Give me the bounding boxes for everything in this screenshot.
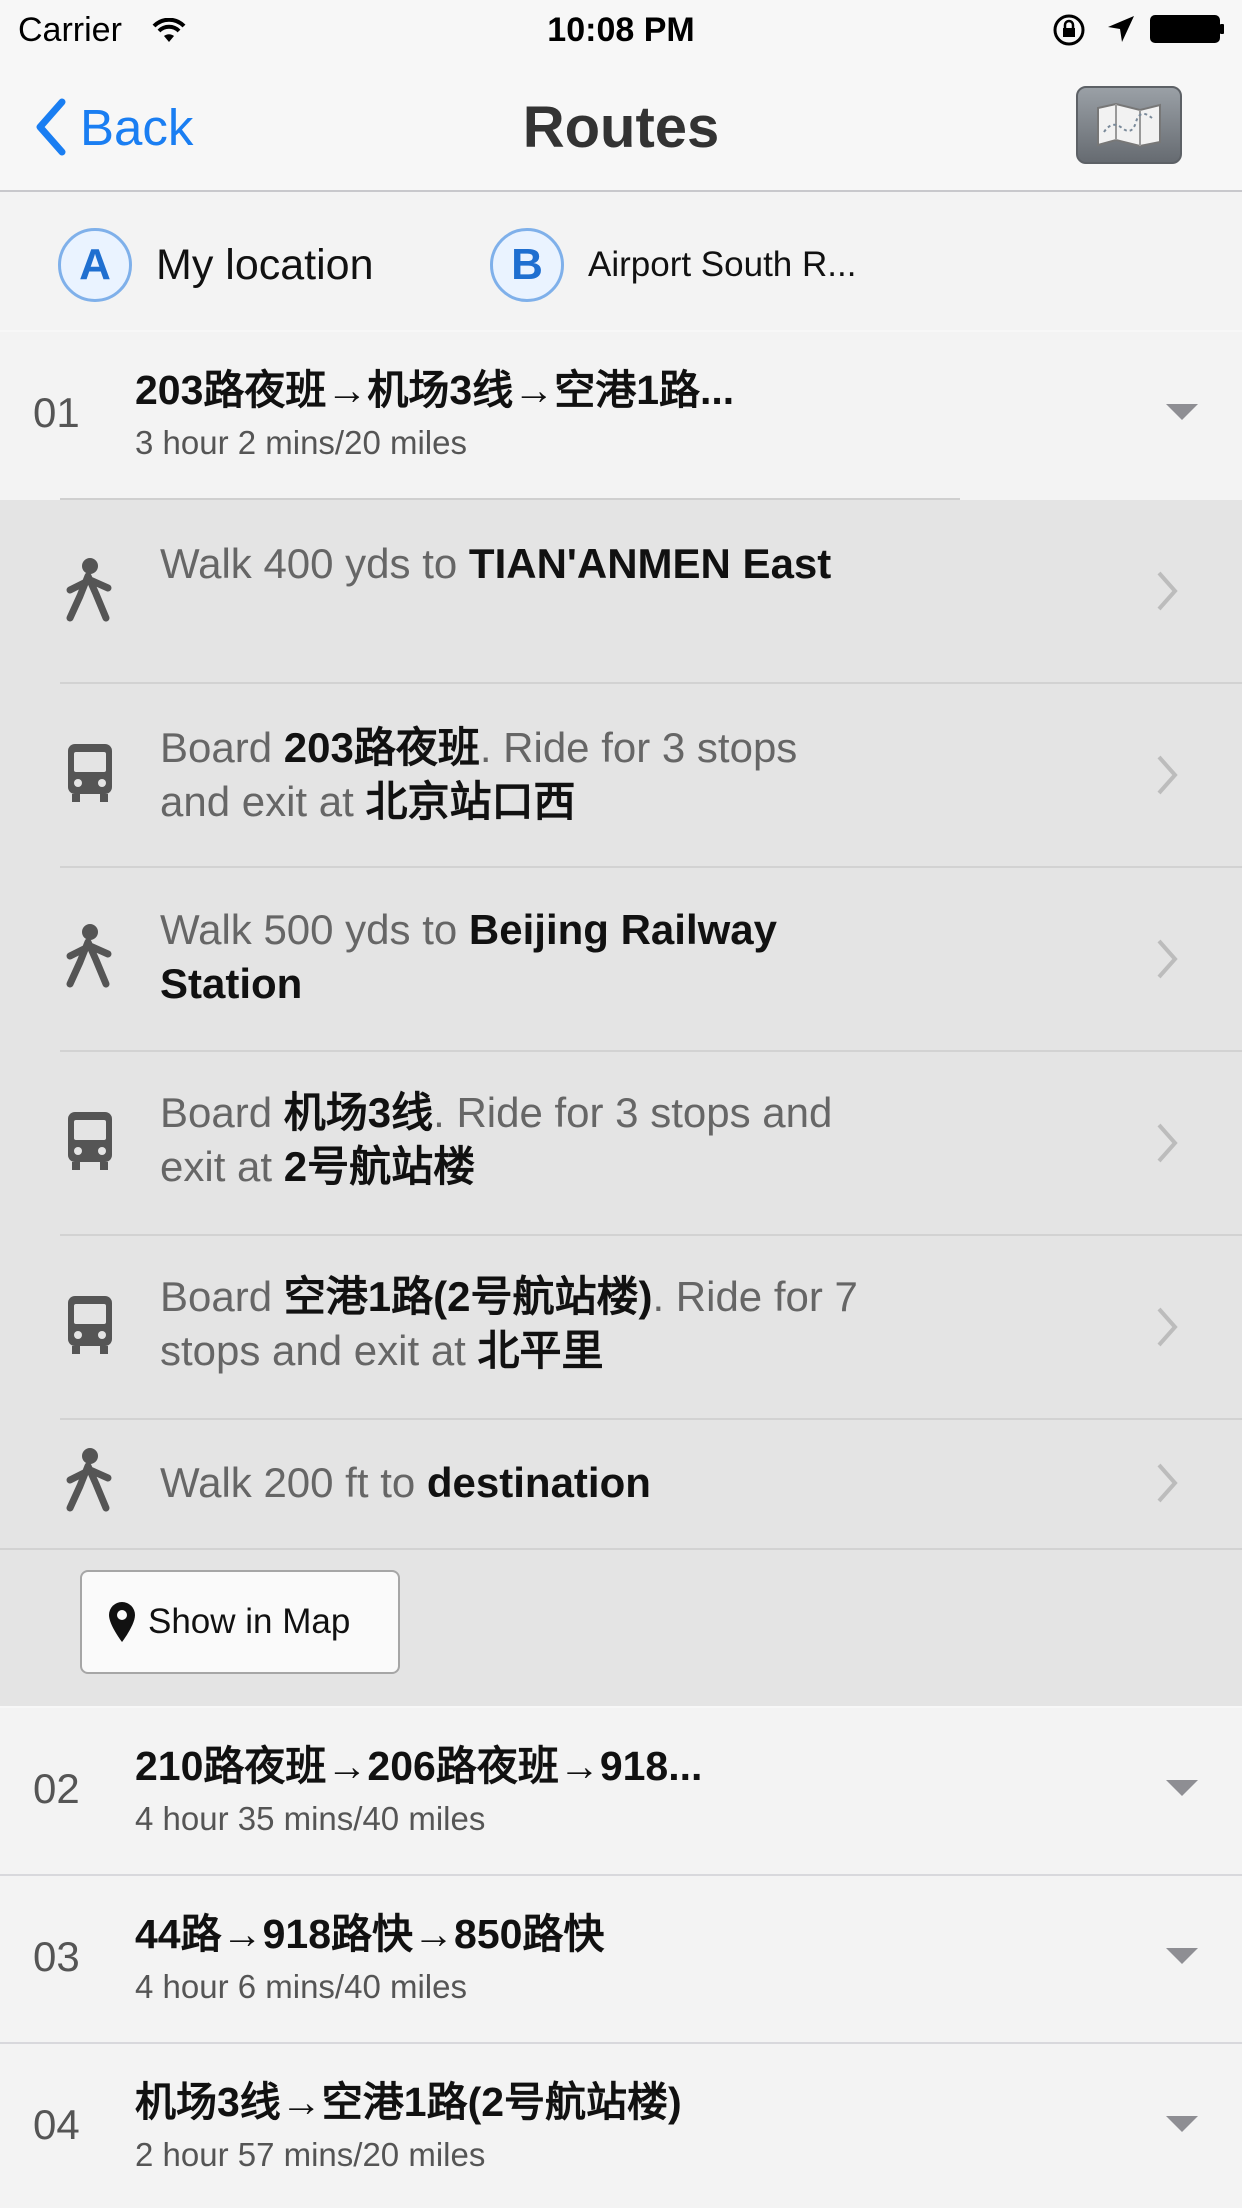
route-row-04[interactable]: 04 机场3线→空港1路(2号航站楼) 2 hour 57 mins/20 mi… xyxy=(0,2044,1242,2208)
chevron-right-icon xyxy=(1156,1306,1178,1353)
end-badge-icon: B xyxy=(490,228,564,302)
step-text: Walk 500 yds to Beijing Railway Station xyxy=(160,903,860,1011)
route-summary: 2 hour 57 mins/20 miles xyxy=(135,2136,486,2173)
start-location-label: My location xyxy=(156,240,374,289)
step-row[interactable]: Board 机场3线. Ride for 3 stops and exit at… xyxy=(0,1052,1242,1234)
route-row-01[interactable]: 01 203路夜班→机场3线→空港1路... 3 hour 2 mins/20 … xyxy=(0,332,1242,500)
route-row-03[interactable]: 03 44路→918路快→850路快 4 hour 6 mins/40 mile… xyxy=(0,1876,1242,2044)
end-location-label: Airport South R... xyxy=(588,245,857,284)
step-row[interactable]: Walk 400 yds to TIAN'ANMEN East xyxy=(0,500,1242,682)
step-text-part: Board xyxy=(160,1273,284,1320)
route-number: 04 xyxy=(33,2101,80,2148)
page-title: Routes xyxy=(522,95,720,160)
start-location[interactable]: A My location xyxy=(58,228,373,302)
step-row[interactable]: Walk 200 ft to destination xyxy=(0,1420,1242,1548)
step-exit-stop: 2号航站楼 xyxy=(283,1143,476,1190)
show-in-map-button[interactable]: Show in Map xyxy=(80,1570,400,1674)
route-number: 03 xyxy=(33,1933,80,1980)
map-view-button[interactable] xyxy=(1076,86,1182,164)
step-row[interactable]: Board 203路夜班. Ride for 3 stops and exit … xyxy=(0,684,1242,866)
chevron-right-icon xyxy=(1156,938,1178,985)
step-text: Board 203路夜班. Ride for 3 stops and exit … xyxy=(160,721,860,829)
route-summary: 3 hour 2 mins/20 miles xyxy=(135,424,467,461)
route-row-02[interactable]: 02 210路夜班→206路夜班→918... 4 hour 35 mins/4… xyxy=(0,1708,1242,1876)
step-row[interactable]: Walk 500 yds to Beijing Railway Station xyxy=(0,868,1242,1050)
caret-down-icon[interactable] xyxy=(1166,1948,1198,1964)
chevron-right-icon xyxy=(1156,1462,1178,1509)
show-in-map-label: Show in Map xyxy=(148,1602,351,1641)
status-bar: Carrier 10:08 PM xyxy=(0,0,1242,62)
step-line-name: 机场3线 xyxy=(283,1089,434,1136)
step-text-part: Board xyxy=(160,1089,284,1136)
step-exit-stop: 北京站口西 xyxy=(365,778,576,825)
bus-icon xyxy=(60,1290,120,1360)
caret-down-icon[interactable] xyxy=(1166,1780,1198,1796)
step-destination: TIAN'ANMEN East xyxy=(468,540,832,587)
location-arrow-icon xyxy=(1106,14,1136,53)
step-line-name: 空港1路(2号航站楼) xyxy=(283,1273,653,1320)
route-title: 203路夜班→机场3线→空港1路... xyxy=(135,367,735,413)
walk-icon xyxy=(60,1446,120,1516)
chevron-right-icon xyxy=(1156,754,1178,801)
step-text-part: Walk 200 ft to xyxy=(160,1459,427,1506)
chevron-right-icon xyxy=(1156,570,1178,617)
step-line-name: 203路夜班 xyxy=(283,724,480,771)
step-text: Walk 200 ft to destination xyxy=(160,1456,860,1510)
route-summary: 4 hour 35 mins/40 miles xyxy=(135,1800,486,1837)
step-row[interactable]: Board 空港1路(2号航站楼). Ride for 7 stops and … xyxy=(0,1236,1242,1418)
route-title: 210路夜班→206路夜班→918... xyxy=(135,1743,703,1789)
route-number: 01 xyxy=(33,389,80,436)
route-title: 机场3线→空港1路(2号航站楼) xyxy=(135,2079,682,2125)
bus-icon xyxy=(60,738,120,808)
end-location[interactable]: B Airport South R... xyxy=(490,228,856,302)
divider xyxy=(0,1548,1242,1550)
route-number: 02 xyxy=(33,1765,80,1812)
step-text: Board 空港1路(2号航站楼). Ride for 7 stops and … xyxy=(160,1270,860,1378)
step-text: Walk 400 yds to TIAN'ANMEN East xyxy=(160,537,860,591)
step-exit-stop: 北平里 xyxy=(477,1327,604,1374)
route-endpoints: A My location B Airport South R... xyxy=(0,192,1242,330)
chevron-right-icon xyxy=(1156,1122,1178,1169)
route-steps: Walk 400 yds to TIAN'ANMEN East Board 20… xyxy=(0,500,1242,1706)
route-title: 44路→918路快→850路快 xyxy=(135,1911,605,1957)
walk-icon xyxy=(60,556,120,626)
step-text: Board 机场3线. Ride for 3 stops and exit at… xyxy=(160,1086,860,1194)
caret-down-icon[interactable] xyxy=(1166,404,1198,420)
route-summary: 4 hour 6 mins/40 miles xyxy=(135,1968,467,2005)
step-destination: destination xyxy=(426,1459,651,1506)
step-text-part: Walk 500 yds to xyxy=(160,906,469,953)
map-pin-icon xyxy=(109,1602,135,1642)
step-text-part: Walk 400 yds to xyxy=(160,540,469,587)
start-badge-icon: A xyxy=(58,228,132,302)
walk-icon xyxy=(60,922,120,992)
nav-bar: Back Routes xyxy=(0,62,1242,192)
rotation-lock-icon xyxy=(1052,13,1088,56)
bus-icon xyxy=(60,1106,120,1176)
step-text-part: Board xyxy=(160,724,284,771)
battery-icon xyxy=(1150,14,1226,53)
caret-down-icon[interactable] xyxy=(1166,2116,1198,2132)
map-icon xyxy=(1097,102,1161,148)
